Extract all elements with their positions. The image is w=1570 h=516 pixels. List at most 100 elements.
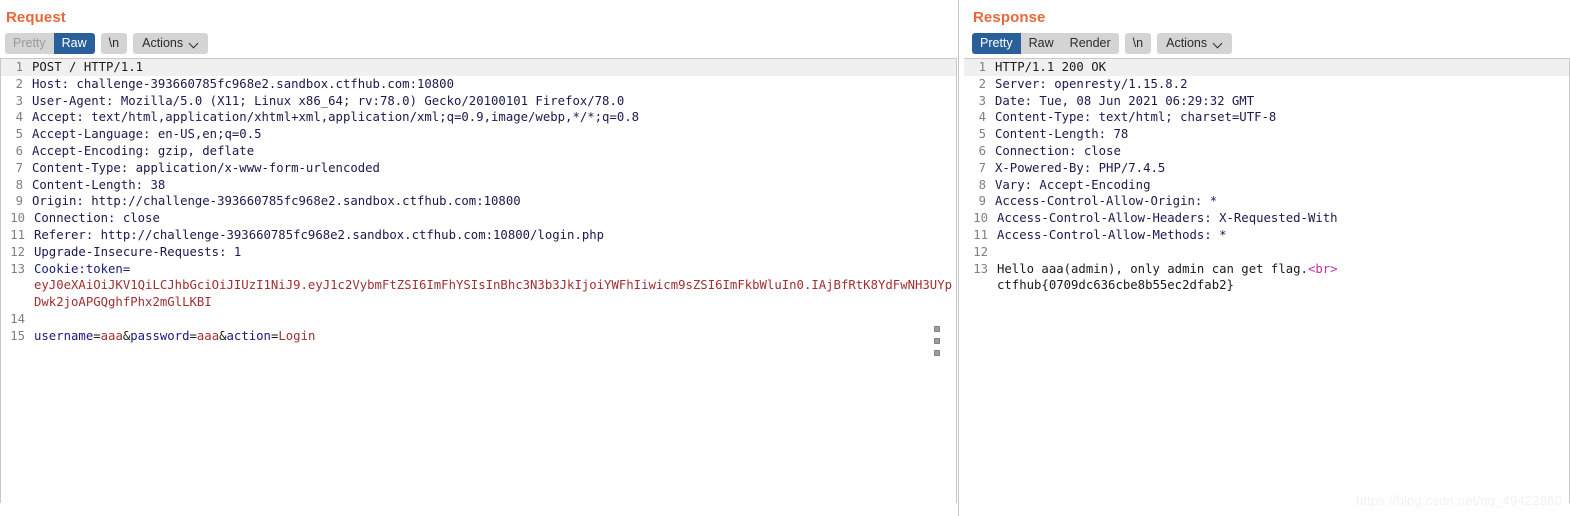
code-line: 11 Access-Control-Allow-Methods: * bbox=[964, 227, 1569, 244]
code-line: 11 Referer: http://challenge-393660785fc… bbox=[1, 227, 956, 244]
cookie-header-name: Cookie:token= bbox=[34, 261, 131, 276]
code-line-cookie: 13 Cookie:token= eyJ0eXAiOiJKV1QiLCJhbGci… bbox=[1, 261, 956, 311]
line-number: 1 bbox=[964, 59, 991, 76]
code-line: 9 Access-Control-Allow-Origin: * bbox=[964, 193, 1569, 210]
line-content: Content-Type: application/x-www-form-url… bbox=[32, 160, 380, 175]
request-tab-pretty[interactable]: Pretty bbox=[5, 32, 54, 54]
request-actions-button[interactable]: Actions bbox=[133, 32, 209, 54]
code-line-blank: 12 bbox=[964, 244, 1569, 261]
line-content: Access-Control-Allow-Headers: X-Requeste… bbox=[997, 211, 1338, 226]
request-newline-button[interactable]: \n bbox=[100, 32, 128, 54]
code-line: 2 Host: challenge-393660785fc968e2.sandb… bbox=[1, 76, 956, 93]
line-number: 3 bbox=[978, 93, 986, 108]
code-line-blank: 14 bbox=[1, 311, 956, 328]
line-number: 8 bbox=[978, 177, 986, 192]
line-number: 5 bbox=[15, 127, 23, 142]
line-number: 12 bbox=[973, 244, 988, 259]
line-content: Accept-Encoding: gzip, deflate bbox=[32, 143, 255, 158]
line-number: 13 bbox=[973, 261, 988, 276]
line-content: Content-Length: 78 bbox=[995, 127, 1129, 142]
line-number: 15 bbox=[10, 328, 25, 343]
response-tab-pretty[interactable]: Pretty bbox=[972, 32, 1021, 54]
chevron-down-icon bbox=[1214, 39, 1223, 48]
panel-resize-handle[interactable] bbox=[934, 326, 942, 356]
response-view-mode-group[interactable]: Pretty Raw Render bbox=[972, 32, 1119, 54]
code-line-body: 15 username=aaa&password=aaa&action=Logi… bbox=[1, 328, 956, 345]
code-line: 1 HTTP/1.1 200 OK bbox=[964, 59, 1569, 76]
line-number: 11 bbox=[10, 227, 25, 242]
code-line: 3 Date: Tue, 08 Jun 2021 06:29:32 GMT bbox=[964, 93, 1569, 110]
response-newline-button[interactable]: \n bbox=[1124, 32, 1152, 54]
line-number: 7 bbox=[15, 160, 23, 175]
drag-dot-icon bbox=[934, 338, 940, 344]
line-number: 12 bbox=[10, 244, 25, 259]
request-tab-raw[interactable]: Raw bbox=[53, 32, 95, 54]
line-content: Content-Length: 38 bbox=[32, 177, 166, 192]
html-br-tag: <br> bbox=[1307, 261, 1338, 276]
line-number: 4 bbox=[978, 110, 986, 125]
request-view-mode-group[interactable]: Pretty Raw bbox=[5, 32, 95, 54]
line-content: Content-Type: text/html; charset=UTF-8 bbox=[995, 110, 1277, 125]
param-sep: = bbox=[189, 328, 197, 343]
line-number: 10 bbox=[10, 211, 25, 226]
request-body-content: username=aaa&password=aaa&action=Login bbox=[30, 328, 956, 345]
code-line: 12 Upgrade-Insecure-Requests: 1 bbox=[1, 244, 956, 261]
code-line: 2 Server: openresty/1.15.8.2 bbox=[964, 76, 1569, 93]
param-name-password: password bbox=[130, 328, 190, 343]
watermark: https://blog.csdn.net/qq_49422880 bbox=[1355, 493, 1562, 508]
line-content: Connection: close bbox=[995, 143, 1121, 158]
code-line: 6 Connection: close bbox=[964, 143, 1569, 160]
line-number: 13 bbox=[10, 261, 25, 276]
param-amp: & bbox=[219, 328, 227, 343]
line-number: 4 bbox=[15, 110, 23, 125]
request-toolbar: Pretty Raw \n Actions bbox=[0, 28, 958, 58]
code-line: 1 POST / HTTP/1.1 bbox=[1, 59, 956, 76]
param-name-action: action bbox=[226, 328, 271, 343]
request-editor[interactable]: 1 POST / HTTP/1.1 2 Host: challenge-3936… bbox=[0, 58, 957, 503]
response-tab-raw[interactable]: Raw bbox=[1020, 32, 1062, 54]
jwt-token-value: eyJ0eXAiOiJKV1QiLCJhbGciOiJIUzI1NiJ9.eyJ… bbox=[34, 278, 953, 310]
param-value-action: Login bbox=[278, 328, 316, 343]
code-line: 9 Origin: http://challenge-393660785fc96… bbox=[1, 193, 956, 210]
line-content: Referer: http://challenge-393660785fc968… bbox=[34, 227, 605, 242]
line-content: User-Agent: Mozilla/5.0 (X11; Linux x86_… bbox=[32, 93, 625, 108]
burp-message-editor: Request Pretty Raw \n Actions 1 POST / H… bbox=[0, 0, 1570, 516]
line-number: 7 bbox=[978, 160, 986, 175]
code-line: 5 Accept-Language: en-US,en;q=0.5 bbox=[1, 126, 956, 143]
line-number: 5 bbox=[978, 127, 986, 142]
response-body-content: Hello aaa(admin), only admin can get fla… bbox=[993, 261, 1569, 295]
chevron-down-icon bbox=[190, 39, 199, 48]
line-number: 2 bbox=[978, 76, 986, 91]
line-content: POST / HTTP/1.1 bbox=[28, 59, 956, 76]
line-content: Vary: Accept-Encoding bbox=[995, 177, 1151, 192]
response-editor[interactable]: 1 HTTP/1.1 200 OK 2 Server: openresty/1.… bbox=[964, 58, 1570, 503]
request-panel: Request Pretty Raw \n Actions 1 POST / H… bbox=[0, 0, 958, 516]
line-content: Accept: text/html,application/xhtml+xml,… bbox=[32, 110, 640, 125]
code-line: 6 Accept-Encoding: gzip, deflate bbox=[1, 143, 956, 160]
line-content: HTTP/1.1 200 OK bbox=[991, 59, 1569, 76]
line-content: Host: challenge-393660785fc968e2.sandbox… bbox=[32, 76, 454, 91]
line-number: 9 bbox=[978, 194, 986, 209]
code-line: 10 Connection: close bbox=[1, 210, 956, 227]
line-content: Origin: http://challenge-393660785fc968e… bbox=[32, 194, 521, 209]
drag-dot-icon bbox=[934, 350, 940, 356]
code-line: 7 Content-Type: application/x-www-form-u… bbox=[1, 160, 956, 177]
response-actions-label: Actions bbox=[1166, 36, 1208, 50]
line-content: Server: openresty/1.15.8.2 bbox=[995, 76, 1188, 91]
line-content: Accept-Language: en-US,en;q=0.5 bbox=[32, 127, 262, 142]
response-panel-title: Response bbox=[973, 9, 1046, 26]
code-line: 10 Access-Control-Allow-Headers: X-Reque… bbox=[964, 210, 1569, 227]
line-content: Access-Control-Allow-Methods: * bbox=[997, 227, 1227, 242]
response-actions-button[interactable]: Actions bbox=[1157, 32, 1233, 54]
line-content: X-Powered-By: PHP/7.4.5 bbox=[995, 160, 1166, 175]
code-line: 8 Content-Length: 38 bbox=[1, 177, 956, 194]
param-value-username: aaa bbox=[100, 328, 123, 343]
line-number: 1 bbox=[1, 59, 28, 76]
line-content: Date: Tue, 08 Jun 2021 06:29:32 GMT bbox=[995, 93, 1255, 108]
code-line: 7 X-Powered-By: PHP/7.4.5 bbox=[964, 160, 1569, 177]
line-number: 9 bbox=[15, 194, 23, 209]
code-line: 3 User-Agent: Mozilla/5.0 (X11; Linux x8… bbox=[1, 93, 956, 110]
param-name-username: username bbox=[34, 328, 94, 343]
response-tab-render[interactable]: Render bbox=[1061, 32, 1119, 54]
response-panel: Response Pretty Raw Render \n Actions 1 … bbox=[964, 0, 1570, 516]
